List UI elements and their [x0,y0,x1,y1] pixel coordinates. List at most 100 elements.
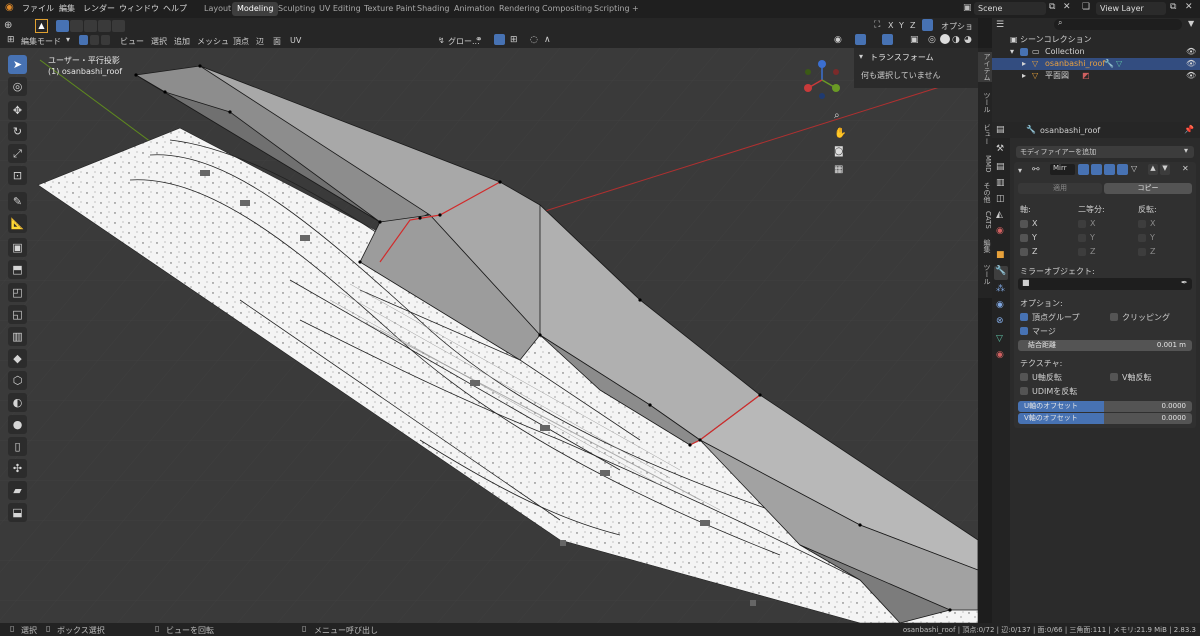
view-layer-tab-icon[interactable]: ◫ [996,194,1005,204]
rotate-tool-icon[interactable]: ↻ [8,122,27,141]
auto-merge-icon[interactable] [922,19,933,31]
falloff-icon[interactable]: ∧ [544,35,551,45]
tab-uv-editing[interactable]: UV Editing [314,2,366,16]
scene-collection-row[interactable]: ▣ シーンコレクション [992,34,1200,46]
menu-edge[interactable]: 辺 [256,36,264,47]
shading-rendered-icon[interactable]: ◕ [964,35,972,45]
menu-view[interactable]: ビュー [120,36,144,47]
add-cube-tool-icon[interactable]: ▣ [8,238,27,257]
modifier-tab-icon[interactable]: 🔧 [994,266,1008,280]
vertex-select-button[interactable] [79,35,88,45]
poly-build-tool-icon[interactable]: ⬡ [8,371,27,390]
axis-y-checkbox[interactable] [1020,234,1028,242]
outliner-editor-icon[interactable]: ☰ [996,20,1004,30]
mode-selector[interactable]: 編集モード [21,36,61,47]
axis-z-checkbox[interactable] [1020,248,1028,256]
pan-hand-icon[interactable]: ✋ [834,128,846,139]
select-mode-invert-button[interactable] [98,20,111,32]
clipping-checkbox[interactable] [1110,313,1118,321]
camera-view-icon[interactable]: ◙ [834,146,844,157]
view-layer-copy-icon[interactable]: ⧉ [1170,2,1176,12]
tab-animation[interactable]: Animation [449,2,500,16]
flip-y-checkbox[interactable] [1138,234,1146,242]
physics-tab-icon[interactable]: ◉ [996,300,1004,310]
bisect-y-checkbox[interactable] [1078,234,1086,242]
measure-tool-icon[interactable]: 📐 [8,214,27,233]
mirror-axis-x[interactable]: X [888,21,893,30]
apply-button[interactable]: 適用 [1018,183,1102,194]
eye-icon[interactable]: 👁 [1186,58,1196,70]
chevron-down-icon[interactable]: ▾ [1018,166,1022,175]
world-tab-icon[interactable]: ◉ [996,226,1004,236]
tool-tab-icon[interactable]: ⚒ [996,144,1004,154]
xray-toggle-icon[interactable]: ▣ [910,35,919,45]
v-offset-field[interactable]: V軸のオフセット 0.0000 [1018,413,1192,424]
sidebar-tab-cats[interactable]: CATS [978,208,992,232]
render-tab-icon[interactable]: ▤ [996,162,1005,172]
camera-toggle-icon[interactable] [1091,164,1102,175]
chevron-down-icon[interactable]: ▾ [1010,46,1014,58]
merge-distance-field[interactable]: 結合距離 0.001 m [1018,340,1192,351]
bisect-z-checkbox[interactable] [1078,248,1086,256]
scene-copy-icon[interactable]: ⧉ [1049,2,1055,12]
tab-modeling[interactable]: Modeling [232,2,279,16]
udim-flip-checkbox[interactable] [1020,387,1028,395]
chevron-right-icon[interactable]: ▸ [1022,70,1026,82]
view-layer-selector[interactable]: View Layer [1096,2,1166,15]
viewport-scene[interactable] [0,48,978,623]
add-workspace-button[interactable]: + [627,2,644,16]
spin-tool-icon[interactable]: ◐ [8,393,27,412]
flip-x-checkbox[interactable] [1138,220,1146,228]
properties-editor-icon[interactable]: ▤ [996,125,1005,135]
output-tab-icon[interactable]: ▥ [996,178,1005,188]
outliner-item-osanbashi-roof[interactable]: ▸ ▽ osanbashi_roof 🔧 ▽ 👁 [992,58,1200,70]
shear-tool-icon[interactable]: ▰ [8,481,27,500]
move-tool-icon[interactable]: ✥ [8,101,27,120]
close-icon[interactable]: ✕ [1182,164,1189,173]
pivot-icon[interactable]: ⚭ [475,35,483,45]
overlay-toggle-icon[interactable]: ⛶ [874,20,880,30]
copy-button[interactable]: コピー [1104,183,1192,194]
move-up-icon[interactable]: ▲ [1148,164,1158,175]
knife-tool-icon[interactable]: ◆ [8,349,27,368]
gizmo-toggle-icon[interactable] [855,34,866,45]
perspective-grid-icon[interactable]: ▦ [834,164,843,175]
3d-viewport[interactable]: ユーザー・平行投影 (1) osanbashi_roof ⌕ ✋ ◙ ▦ [0,48,978,623]
blender-logo-icon[interactable]: ◉ [5,3,15,13]
proportional-edit-icon[interactable]: ◌ [530,35,538,45]
chevron-right-icon[interactable]: ▸ [1022,58,1026,70]
mirror-axis-z[interactable]: Z [910,21,915,30]
chevron-down-icon[interactable]: ▾ [859,52,863,61]
edge-select-button[interactable] [90,35,99,45]
transform-panel-title[interactable]: トランスフォーム [870,52,934,63]
render-toggle-icon[interactable] [1117,164,1128,175]
shading-wireframe-icon[interactable]: ◎ [928,35,936,45]
collection-checkbox[interactable] [1020,48,1028,56]
sidebar-tab-item[interactable]: アイテム [978,52,992,82]
menu-uv[interactable]: UV [290,36,301,45]
bisect-x-checkbox[interactable] [1078,220,1086,228]
menu-mesh[interactable]: メッシュ [197,36,229,47]
sidebar-tab-misc[interactable]: その他 [978,178,992,206]
face-select-button[interactable] [101,35,110,45]
annotate-tool-icon[interactable]: ✎ [8,192,27,211]
material-tab-icon[interactable]: ◉ [996,350,1004,360]
menu-add[interactable]: 追加 [174,36,190,47]
axis-gizmo[interactable] [800,58,844,102]
modifier-name-field[interactable]: Mirr [1050,164,1075,175]
add-modifier-dropdown[interactable]: モディファイアーを追加 ▾ [1016,146,1194,158]
smooth-tool-icon[interactable]: ● [8,415,27,434]
shading-solid-icon[interactable] [940,34,950,44]
menu-window[interactable]: ウィンドウ [119,3,159,14]
select-tool-icon[interactable]: ▲ [35,19,48,33]
eyedropper-icon[interactable]: ✒ [1181,278,1188,287]
vertex-groups-checkbox[interactable] [1020,313,1028,321]
u-flip-checkbox[interactable] [1020,373,1028,381]
filter-icon[interactable]: ▼ [1188,19,1194,28]
constraints-tab-icon[interactable]: ⊗ [996,316,1004,326]
edge-slide-tool-icon[interactable]: ▯ [8,437,27,456]
inset-tool-icon[interactable]: ◰ [8,283,27,302]
scene-tab-icon[interactable]: ◭ [996,210,1003,220]
tab-layout[interactable]: Layout [199,2,236,16]
outliner-item-floor-plan[interactable]: ▸ ▽ 平面図 ◩ 👁 [992,70,1200,82]
